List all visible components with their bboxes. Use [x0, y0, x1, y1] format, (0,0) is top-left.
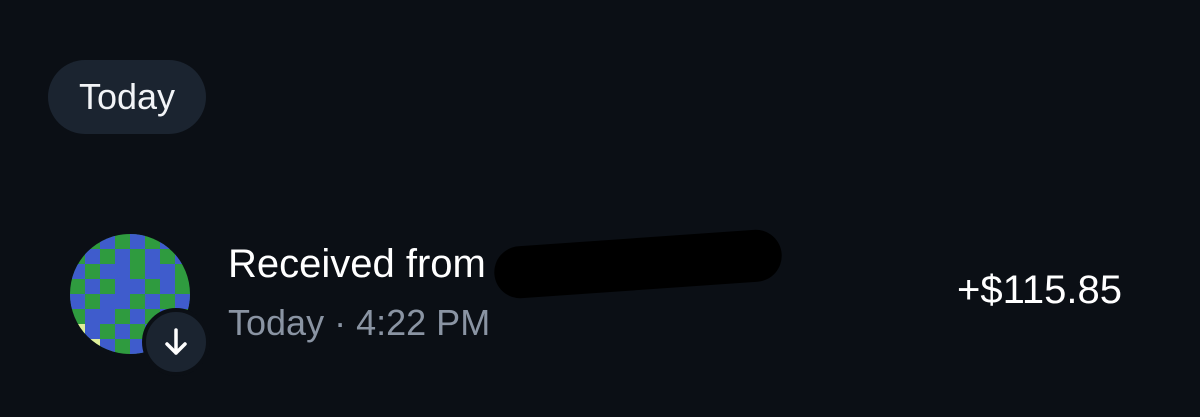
date-section-label: Today: [78, 76, 176, 117]
received-badge: [142, 308, 210, 376]
transaction-amount: +$115.85: [957, 268, 1122, 312]
transaction-subtitle: Today · 4:22 PM: [228, 302, 490, 344]
transaction-title-line: Received from: [228, 228, 784, 300]
transaction-date: Today: [228, 302, 325, 343]
separator-dot: ·: [334, 302, 347, 343]
date-section-chip: Today: [48, 60, 206, 134]
transaction-avatar-group: [70, 234, 212, 376]
redacted-sender-name: [492, 228, 784, 300]
arrow-down-icon: [165, 328, 187, 355]
transaction-title: Received from: [228, 241, 486, 286]
transaction-row[interactable]: Received from Today · 4:22 PM +$115.85: [0, 220, 1200, 380]
transaction-time: 4:22 PM: [356, 302, 491, 343]
